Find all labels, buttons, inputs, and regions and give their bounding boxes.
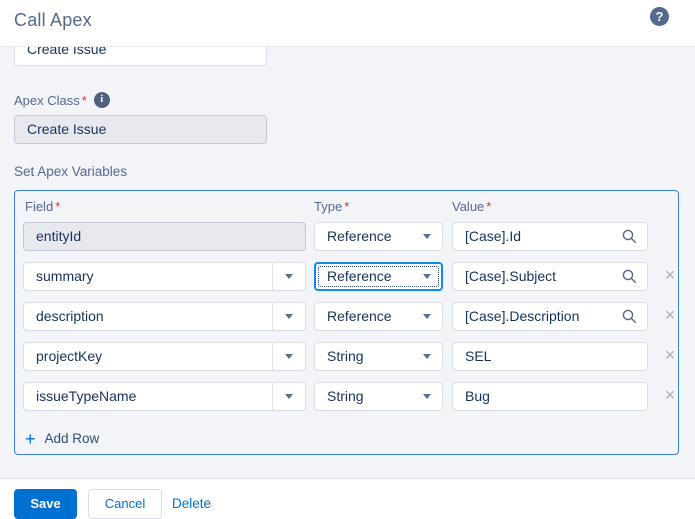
page-title: Call Apex [14,10,92,31]
info-icon[interactable]: i [94,92,110,108]
required-asterisk: * [486,199,491,214]
field-input[interactable]: description [23,302,306,331]
field-input[interactable]: projectKey [23,342,306,371]
variable-row: issueTypeNameStringBug× [15,382,678,411]
value-text: [Case].Description [465,303,579,330]
caret-glyph [285,274,293,279]
type-value: String [327,343,364,370]
cancel-button[interactable]: Cancel [88,489,162,519]
column-header-type: Type* [314,199,349,214]
type-select[interactable]: String [314,382,443,411]
remove-row-button[interactable]: × [658,302,682,331]
search-icon[interactable] [622,309,637,327]
search-icon[interactable] [622,229,637,247]
set-apex-variables-title: Set Apex Variables [14,164,127,179]
value-input[interactable]: [Case].Id [452,222,648,251]
value-text: Bug [465,383,490,410]
variable-row: projectKeyStringSEL× [15,342,678,371]
chevron-down-icon[interactable] [272,383,305,410]
caret-glyph [285,394,293,399]
chevron-down-icon[interactable] [272,303,305,330]
remove-row-button[interactable]: × [658,262,682,291]
field-value: description [36,303,104,330]
apex-class-label: Apex Class [14,93,80,108]
type-select[interactable]: Reference [314,262,443,291]
type-select[interactable]: Reference [314,302,443,331]
chevron-down-icon[interactable] [272,343,305,370]
type-select[interactable]: Reference [314,222,443,251]
value-input[interactable]: Bug [452,382,648,411]
type-value: Reference [327,223,392,250]
variable-row: summaryReference[Case].Subject× [15,262,678,291]
type-select[interactable]: String [314,342,443,371]
remove-row-button[interactable]: × [658,382,682,411]
caret-glyph [285,314,293,319]
chevron-down-icon [423,234,431,239]
variable-row: descriptionReference[Case].Description× [15,302,678,331]
field-value: summary [36,263,94,290]
add-row-button[interactable]: + Add Row [25,430,99,448]
chevron-down-icon [423,274,431,279]
type-value: Reference [327,303,392,330]
value-input[interactable]: [Case].Description [452,302,648,331]
value-text: [Case].Id [465,223,521,250]
panel-footer: Save Cancel Delete [0,478,695,519]
required-asterisk: * [344,199,349,214]
type-value: Reference [327,264,392,289]
required-asterisk: * [82,93,87,108]
field-input[interactable]: summary [23,262,306,291]
chevron-down-icon [423,314,431,319]
value-text: SEL [465,343,491,370]
apex-class-input: Create Issue [14,115,267,144]
value-input[interactable]: [Case].Subject [452,262,648,291]
column-header-field: Field* [25,199,60,214]
caret-glyph [285,354,293,359]
save-button[interactable]: Save [14,489,77,519]
remove-row-button[interactable]: × [658,342,682,371]
variable-row: entityId Reference [Case].Id [15,222,678,251]
apex-class-label-row: Apex Class * i [14,92,110,108]
add-row-label: Add Row [45,430,100,448]
chevron-down-icon [423,354,431,359]
field-input: entityId [23,222,306,251]
field-value: projectKey [36,343,102,370]
search-icon[interactable] [622,269,637,287]
chevron-down-icon[interactable] [272,263,305,290]
apex-class-value: Create Issue [27,116,106,143]
value-input[interactable]: SEL [452,342,648,371]
help-icon[interactable]: ? [650,7,669,26]
column-header-value: Value* [452,199,491,214]
field-value: entityId [36,223,81,250]
required-asterisk: * [55,199,60,214]
delete-link[interactable]: Delete [172,489,211,519]
field-value: issueTypeName [36,383,136,410]
plus-icon: + [25,430,36,448]
value-text: [Case].Subject [465,263,556,290]
call-apex-panel: Create Issue Call Apex ? Apex Class * i … [0,0,695,519]
chevron-down-icon [423,394,431,399]
apex-variables-table: Field* Type* Value* entityId Reference [Ca… [14,190,679,455]
type-value: String [327,383,364,410]
panel-header: Call Apex ? [0,0,695,47]
field-input[interactable]: issueTypeName [23,382,306,411]
